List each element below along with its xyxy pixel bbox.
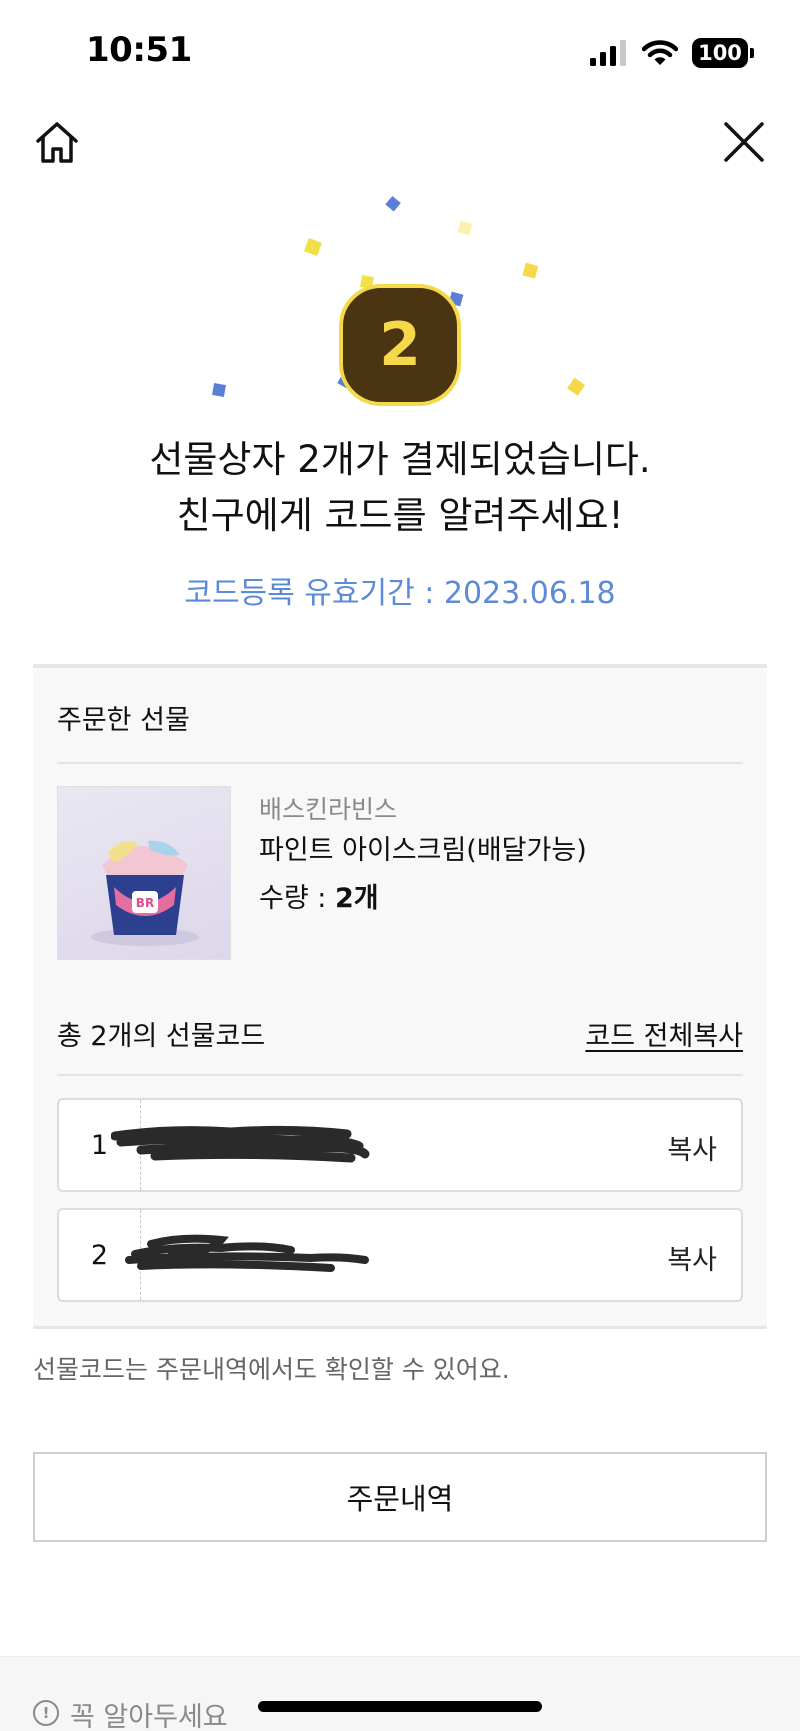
- quantity-value: 2개: [334, 883, 379, 914]
- battery-indicator: 100: [692, 38, 754, 68]
- product-brand: 배스킨라빈스: [259, 795, 398, 824]
- notice-label[interactable]: 꼭 알아두세요: [70, 1695, 228, 1731]
- close-icon: [724, 122, 764, 162]
- quantity-label: 수량 :: [259, 883, 335, 914]
- gift-payment-complete-screen: 10:51 100 2 선물상자 2개가 결제되었습니다. 친구에게 코드를 알…: [0, 0, 800, 1731]
- code-validity-date: 코드등록 유효기간 : 2023.06.18: [184, 576, 616, 611]
- copy-code-button[interactable]: 복사: [667, 1238, 717, 1277]
- divider: [57, 762, 743, 764]
- gift-count-badge: 2: [339, 284, 461, 406]
- divider: [57, 1074, 743, 1076]
- home-icon: [36, 122, 78, 163]
- gift-codes-title: 총 2개의 선물코드: [57, 1021, 266, 1052]
- copy-code-button[interactable]: 복사: [667, 1128, 717, 1167]
- headline-line-2: 친구에게 코드를 알려주세요!: [176, 494, 624, 537]
- order-summary-card: 주문한 선물 BR 배스킨라빈스 파인트 아이스크림(배달가능) 수량 : 2개…: [33, 664, 767, 1329]
- close-button[interactable]: [722, 120, 766, 164]
- order-history-note: 선물코드는 주문내역에서도 확인할 수 있어요.: [33, 1355, 510, 1384]
- order-history-button[interactable]: 주문내역: [33, 1452, 767, 1542]
- copy-all-codes-button[interactable]: 코드 전체복사: [585, 1014, 743, 1053]
- home-button[interactable]: [32, 118, 82, 168]
- redacted-code-scribble: [125, 1234, 369, 1272]
- info-icon: !: [33, 1700, 59, 1726]
- ice-cream-pint-image: BR: [91, 840, 199, 946]
- cellular-signal-icon: [590, 40, 626, 66]
- redacted-code-scribble: [111, 1125, 370, 1163]
- ordered-gift-title: 주문한 선물: [57, 705, 190, 736]
- gift-code-row: 2 복사: [57, 1208, 743, 1302]
- headline-line-1: 선물상자 2개가 결제되었습니다.: [149, 438, 651, 481]
- product-image: BR: [57, 786, 231, 960]
- product-quantity: 수량 : 2개: [259, 876, 379, 915]
- product-name: 파인트 아이스크림(배달가능): [259, 835, 587, 866]
- svg-text:BR: BR: [136, 896, 154, 910]
- status-time: 10:51: [86, 30, 192, 70]
- home-indicator[interactable]: [258, 1701, 542, 1712]
- gift-code-row: 1 복사: [57, 1098, 743, 1192]
- payment-complete-message: 선물상자 2개가 결제되었습니다. 친구에게 코드를 알려주세요!: [0, 432, 800, 544]
- wifi-icon: [642, 40, 678, 65]
- status-icons: 100: [590, 36, 754, 70]
